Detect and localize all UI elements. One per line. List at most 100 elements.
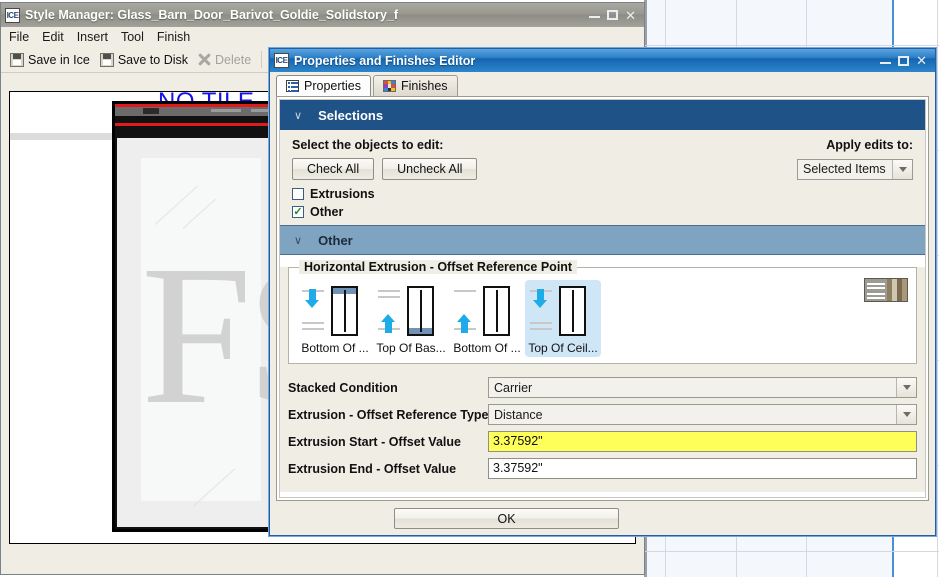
editor-tabstrip: Properties Finishes xyxy=(270,72,935,96)
offset-option-top-of-base[interactable]: Top Of Bas... xyxy=(373,280,449,357)
offset-option-top-of-ceiling[interactable]: Top Of Ceil... xyxy=(525,280,601,357)
checkbox-other-label: Other xyxy=(310,205,344,219)
offset-reference-type-row: Extrusion - Offset Reference Type Distan… xyxy=(288,401,917,428)
tab-properties-label: Properties xyxy=(304,79,361,93)
offset-option-label: Bottom Of ... xyxy=(453,341,521,355)
offset-option-label: Top Of Bas... xyxy=(376,341,446,355)
tab-properties[interactable]: Properties xyxy=(276,75,371,96)
editor-title: Properties and Finishes Editor xyxy=(294,53,476,68)
style-manager-menubar: File Edit Insert Tool Finish xyxy=(1,27,644,47)
stacked-condition-label: Stacked Condition xyxy=(288,380,398,395)
close-icon[interactable]: ✕ xyxy=(916,54,927,67)
groupbox-title: Horizontal Extrusion - Offset Reference … xyxy=(299,260,578,274)
style-manager-titlebar[interactable]: ICE Style Manager: Glass_Barn_Door_Bariv… xyxy=(1,3,644,27)
offset-option-label: Top Of Ceil... xyxy=(528,341,598,355)
maximize-icon[interactable] xyxy=(607,10,619,20)
list-icon xyxy=(286,80,299,92)
save-in-ice-label: Save in Ice xyxy=(28,52,90,67)
style-manager-title: Style Manager: Glass_Barn_Door_Barivot_G… xyxy=(25,8,399,22)
extrusion-start-offset-label: Extrusion Start - Offset Value xyxy=(288,434,461,449)
app-logo-icon: ICE xyxy=(5,7,20,23)
app-logo-icon: ICE xyxy=(274,53,289,68)
section-header-selections[interactable]: ∨ Selections xyxy=(280,100,925,130)
offset-option-bottom-of-2[interactable]: Bottom Of ... xyxy=(449,280,525,357)
glass-glint xyxy=(192,468,235,507)
menu-item-tool[interactable]: Tool xyxy=(121,30,144,44)
editor-footer: OK xyxy=(270,501,935,535)
select-objects-prompt: Select the objects to edit: xyxy=(292,138,444,152)
section-header-other[interactable]: ∨ Other xyxy=(280,225,925,255)
color-swatch-icon xyxy=(382,80,396,92)
legend-left xyxy=(865,279,887,301)
maximize-icon[interactable] xyxy=(898,55,910,66)
minimize-icon[interactable] xyxy=(589,16,601,18)
stacked-condition-dropdown[interactable]: Carrier xyxy=(488,377,917,398)
editor-body: ∨ Selections Select the objects to edit:… xyxy=(276,96,929,501)
offset-option-bottom-of-1[interactable]: Bottom Of ... xyxy=(297,280,373,357)
minimize-icon[interactable] xyxy=(880,61,892,64)
chevron-down-icon[interactable] xyxy=(896,405,916,424)
chevron-down-icon[interactable] xyxy=(896,378,916,397)
ok-button[interactable]: OK xyxy=(394,508,619,529)
toolbar-separator xyxy=(261,51,263,68)
door-rail-mark xyxy=(211,109,241,112)
editor-titlebar[interactable]: ICE Properties and Finishes Editor ✕ xyxy=(270,49,935,72)
door-stripe-red xyxy=(115,123,281,126)
offset-option-label: Bottom Of ... xyxy=(301,341,369,355)
chevron-down-icon[interactable]: ∨ xyxy=(294,234,302,247)
selections-panel: Select the objects to edit: Apply edits … xyxy=(280,130,925,225)
door-glyph xyxy=(378,284,444,338)
menu-item-finish[interactable]: Finish xyxy=(157,30,190,44)
style-manager-window-buttons: ✕ xyxy=(589,9,640,22)
save-icon xyxy=(10,52,24,67)
door-stripe-black xyxy=(115,116,281,123)
menu-item-insert[interactable]: Insert xyxy=(77,30,108,44)
check-icon: ✓ xyxy=(293,205,303,218)
offset-reference-point-options: Bottom Of ... Top Of Bas... Bottom Of ..… xyxy=(297,280,908,357)
editor-body-inner: ∨ Selections Select the objects to edit:… xyxy=(279,99,926,498)
offset-reference-type-label: Extrusion - Offset Reference Type xyxy=(288,407,489,422)
door-handle-mark xyxy=(143,108,159,114)
properties-and-finishes-editor-window: ICE Properties and Finishes Editor ✕ Pro… xyxy=(269,48,936,536)
save-to-disk-label: Save to Disk xyxy=(117,52,189,67)
offset-reference-type-dropdown[interactable]: Distance xyxy=(488,404,917,425)
close-icon[interactable]: ✕ xyxy=(625,9,636,22)
save-in-ice-button[interactable]: Save in Ice xyxy=(7,52,93,68)
extrusion-end-offset-row: Extrusion End - Offset Value 3.37592" xyxy=(288,455,917,482)
door-glyph xyxy=(530,284,596,338)
delete-label: Delete xyxy=(215,52,252,67)
tab-finishes-label: Finishes xyxy=(400,79,448,93)
menu-item-file[interactable]: File xyxy=(9,30,29,44)
grid-column-line xyxy=(937,0,938,577)
menu-item-edit[interactable]: Edit xyxy=(42,30,64,44)
checkbox-extrusions[interactable] xyxy=(292,188,304,200)
door-rail-mark xyxy=(251,109,269,112)
other-header-label: Other xyxy=(318,232,353,248)
fs-watermark: FS xyxy=(141,225,281,446)
checkbox-extrusions-label: Extrusions xyxy=(310,187,375,201)
door-glyph xyxy=(454,284,520,338)
legend-right xyxy=(887,279,907,301)
apply-edits-label: Apply edits to: xyxy=(826,138,913,152)
editor-window-buttons: ✕ xyxy=(880,54,931,67)
door-glyph xyxy=(302,284,368,338)
chevron-down-icon[interactable]: ∨ xyxy=(294,109,302,122)
horizontal-extrusion-groupbox: Horizontal Extrusion - Offset Reference … xyxy=(288,260,917,364)
save-to-disk-button[interactable]: Save to Disk xyxy=(97,52,191,68)
save-icon xyxy=(99,52,114,67)
other-panel: Horizontal Extrusion - Offset Reference … xyxy=(280,260,925,492)
door-glass-panel: FS xyxy=(141,158,281,507)
extrusion-start-offset-row: Extrusion Start - Offset Value 3.37592" xyxy=(288,428,917,455)
check-all-button[interactable]: Check All xyxy=(292,158,375,180)
selections-header-label: Selections xyxy=(318,107,384,123)
extrusion-start-offset-input[interactable]: 3.37592" xyxy=(488,431,917,452)
legend-preview-icon[interactable] xyxy=(864,278,908,302)
extrusion-end-offset-label: Extrusion End - Offset Value xyxy=(288,461,457,476)
chevron-down-icon[interactable] xyxy=(892,159,912,179)
tab-finishes[interactable]: Finishes xyxy=(372,75,458,96)
apply-edits-to-dropdown[interactable]: Selected Items xyxy=(797,158,913,180)
extrusion-end-offset-input[interactable]: 3.37592" xyxy=(488,458,917,479)
delete-button: Delete xyxy=(195,52,254,68)
uncheck-all-button[interactable]: Uncheck All xyxy=(382,158,478,180)
checkbox-other[interactable]: ✓ xyxy=(292,206,304,218)
